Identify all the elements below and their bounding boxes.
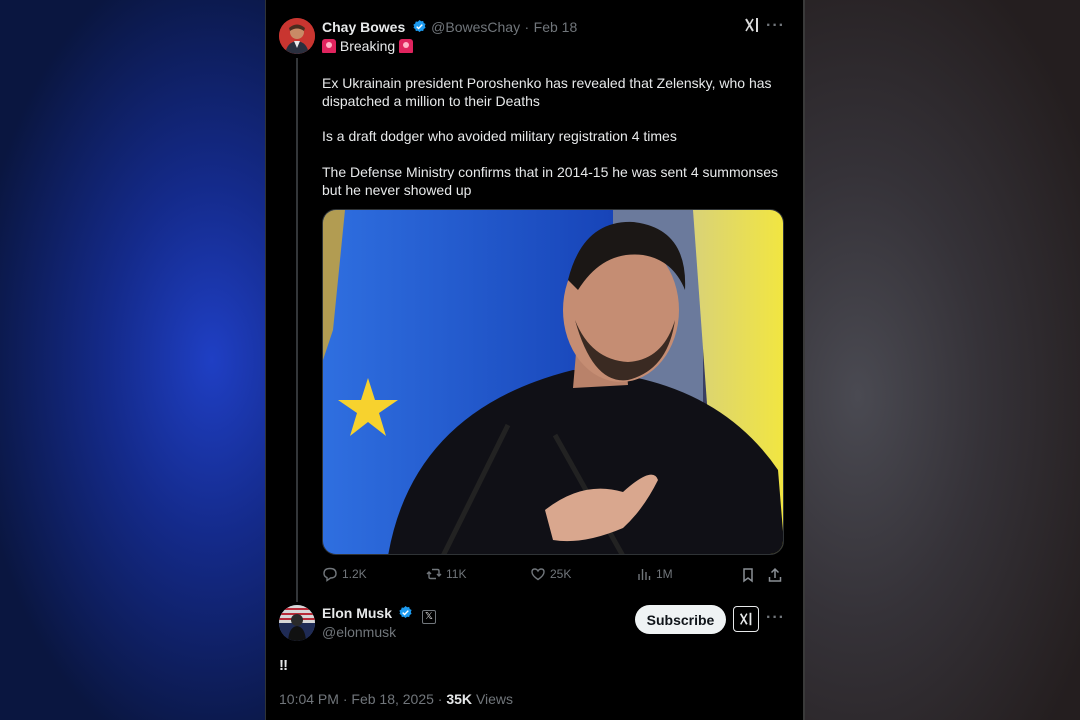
chay-bowes-avatar[interactable] [279, 18, 315, 54]
author-name[interactable]: Chay Bowes [322, 19, 405, 35]
subscribe-button[interactable]: Subscribe [635, 605, 726, 634]
reply-action[interactable]: 1.2K [322, 566, 367, 582]
verified-badge-icon [413, 19, 426, 32]
background-left [0, 0, 265, 720]
views-count: 1M [656, 567, 673, 581]
views-icon [638, 569, 651, 580]
tweet-actions: 1.2K 11K 25K 1M [322, 566, 784, 586]
like-action[interactable]: 25K [530, 566, 571, 582]
repost-icon [426, 568, 442, 580]
thread-line [296, 58, 298, 602]
siren-icon [322, 39, 336, 53]
separator: · [437, 691, 443, 707]
elon-musk-avatar[interactable] [279, 605, 315, 641]
siren-icon [399, 39, 414, 53]
reply-author-name[interactable]: Elon Musk [322, 605, 392, 621]
more-icon[interactable]: ··· [766, 609, 785, 627]
reply-views-count: 35K [446, 691, 473, 707]
separator: · [342, 691, 348, 707]
reply-meta: 10:04 PM · Feb 18, 2025 · 35K Views [279, 691, 513, 707]
like-count: 25K [550, 567, 572, 581]
grok-icon[interactable] [743, 16, 761, 38]
bookmark-icon[interactable] [740, 567, 756, 583]
breaking-label: Breaking [339, 38, 396, 54]
reply-date[interactable]: Feb 18, 2025 [351, 691, 434, 707]
more-icon[interactable]: ··· [766, 17, 785, 35]
reply-text: ‼ [279, 657, 289, 674]
tweet-paragraph: Ex Ukrainain president Poroshenko has re… [322, 75, 772, 109]
heart-icon [531, 568, 545, 581]
views-action[interactable]: 1M [636, 566, 673, 582]
verified-badge-icon [399, 605, 413, 618]
tweet-photo[interactable] [322, 209, 784, 555]
reply-views-label: Views [475, 691, 514, 707]
repost-count: 11K [446, 567, 467, 581]
reply-icon [323, 567, 337, 582]
grok-icon[interactable] [733, 606, 759, 632]
background-right [802, 0, 1080, 720]
tweet-card: Chay Bowes @BowesChay · Feb 18 ··· Break… [265, 0, 805, 720]
separator: · [524, 19, 530, 35]
reply-count: 1.2K [342, 567, 367, 581]
reply-time[interactable]: 10:04 PM [279, 691, 339, 707]
tweet-date[interactable]: Feb 18 [534, 19, 578, 35]
repost-action[interactable]: 11K [426, 566, 466, 582]
reply-header: Elon Musk 𝕏 [322, 605, 436, 624]
x-affiliate-badge-icon: 𝕏 [421, 610, 436, 624]
tweet-paragraph: Is a draft dodger who avoided military r… [322, 128, 677, 144]
share-icon[interactable] [767, 567, 783, 583]
author-handle[interactable]: @BowesChay [431, 19, 520, 35]
tweet-header: Chay Bowes @BowesChay · Feb 18 [322, 19, 577, 37]
breaking-line: Breaking [322, 38, 414, 54]
tweet-paragraph: The Defense Ministry confirms that in 20… [322, 164, 778, 198]
reply-author-handle[interactable]: @elonmusk [322, 624, 396, 640]
photo-illustration [323, 210, 783, 554]
